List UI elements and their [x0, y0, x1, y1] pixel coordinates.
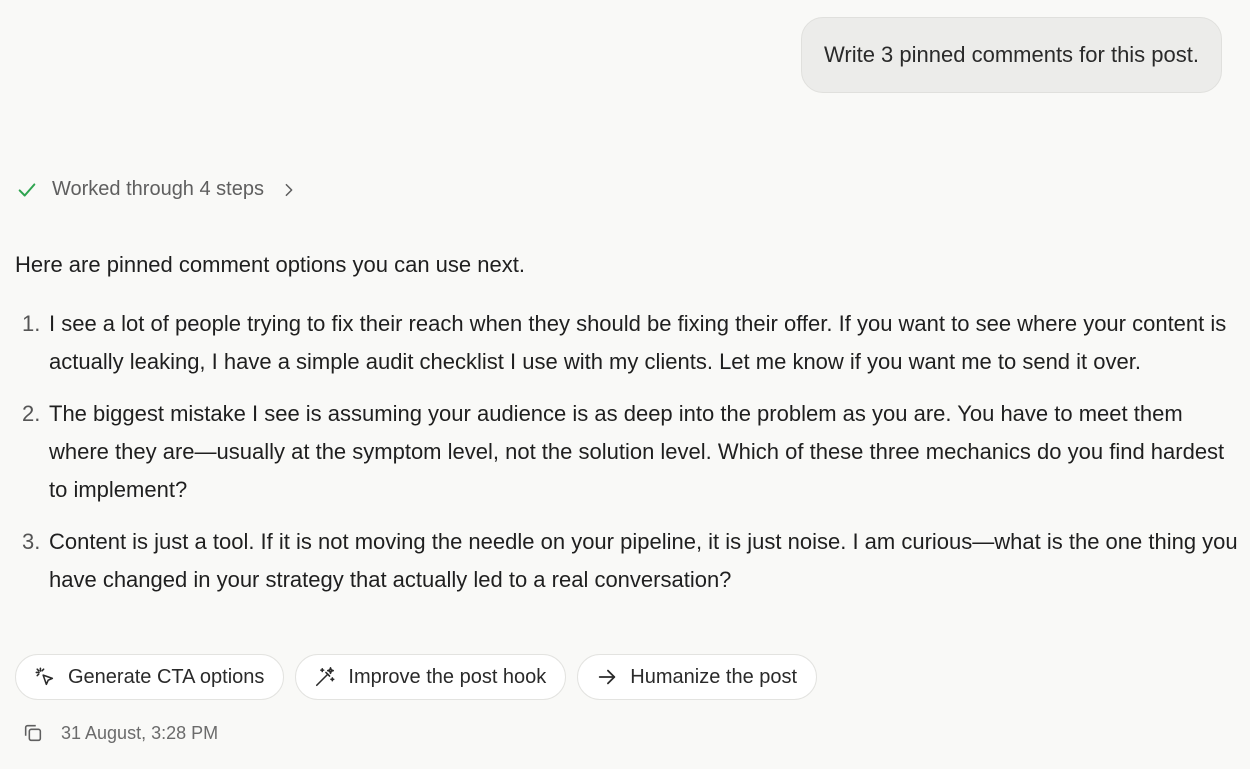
copy-icon[interactable] — [22, 722, 44, 744]
worked-steps-toggle[interactable]: Worked through 4 steps — [16, 178, 296, 201]
chat-view: Write 3 pinned comments for this post. W… — [0, 0, 1250, 769]
list-item-number: 3. — [22, 529, 41, 554]
message-meta: 31 August, 3:28 PM — [22, 722, 218, 744]
list-item-number: 2. — [22, 401, 41, 426]
response-intro: Here are pinned comment options you can … — [15, 252, 525, 277]
improve-post-hook-button[interactable]: Improve the post hook — [295, 654, 567, 700]
cursor-click-icon — [35, 667, 54, 686]
message-timestamp: 31 August, 3:28 PM — [61, 722, 219, 743]
generate-cta-options-label: Generate CTA options — [68, 665, 265, 688]
suggestion-chips: Generate CTA options Improve the post ho… — [15, 654, 818, 700]
list-item: 1. I see a lot of people trying to fix t… — [0, 305, 1240, 381]
check-icon — [18, 182, 36, 197]
list-item-text: I see a lot of people trying to fix thei… — [49, 311, 1227, 374]
user-message-bubble: Write 3 pinned comments for this post. — [801, 17, 1222, 93]
generate-cta-options-button[interactable]: Generate CTA options — [15, 654, 285, 700]
worked-steps-label: Worked through 4 steps — [52, 178, 264, 200]
improve-post-hook-label: Improve the post hook — [348, 665, 547, 688]
humanize-post-label: Humanize the post — [630, 665, 798, 688]
list-item-text: The biggest mistake I see is assuming yo… — [49, 401, 1225, 502]
list-item: 2. The biggest mistake I see is assuming… — [0, 395, 1240, 509]
comment-options-list: 1. I see a lot of people trying to fix t… — [0, 305, 1240, 613]
user-message-text: Write 3 pinned comments for this post. — [824, 42, 1199, 67]
humanize-post-button[interactable]: Humanize the post — [577, 654, 818, 700]
list-item-number: 1. — [22, 311, 41, 336]
list-item-text: Content is just a tool. If it is not mov… — [49, 529, 1238, 592]
magic-wand-icon — [316, 667, 335, 687]
list-item: 3. Content is just a tool. If it is not … — [0, 523, 1240, 599]
chevron-right-icon — [285, 183, 293, 196]
arrow-right-icon — [599, 669, 616, 685]
